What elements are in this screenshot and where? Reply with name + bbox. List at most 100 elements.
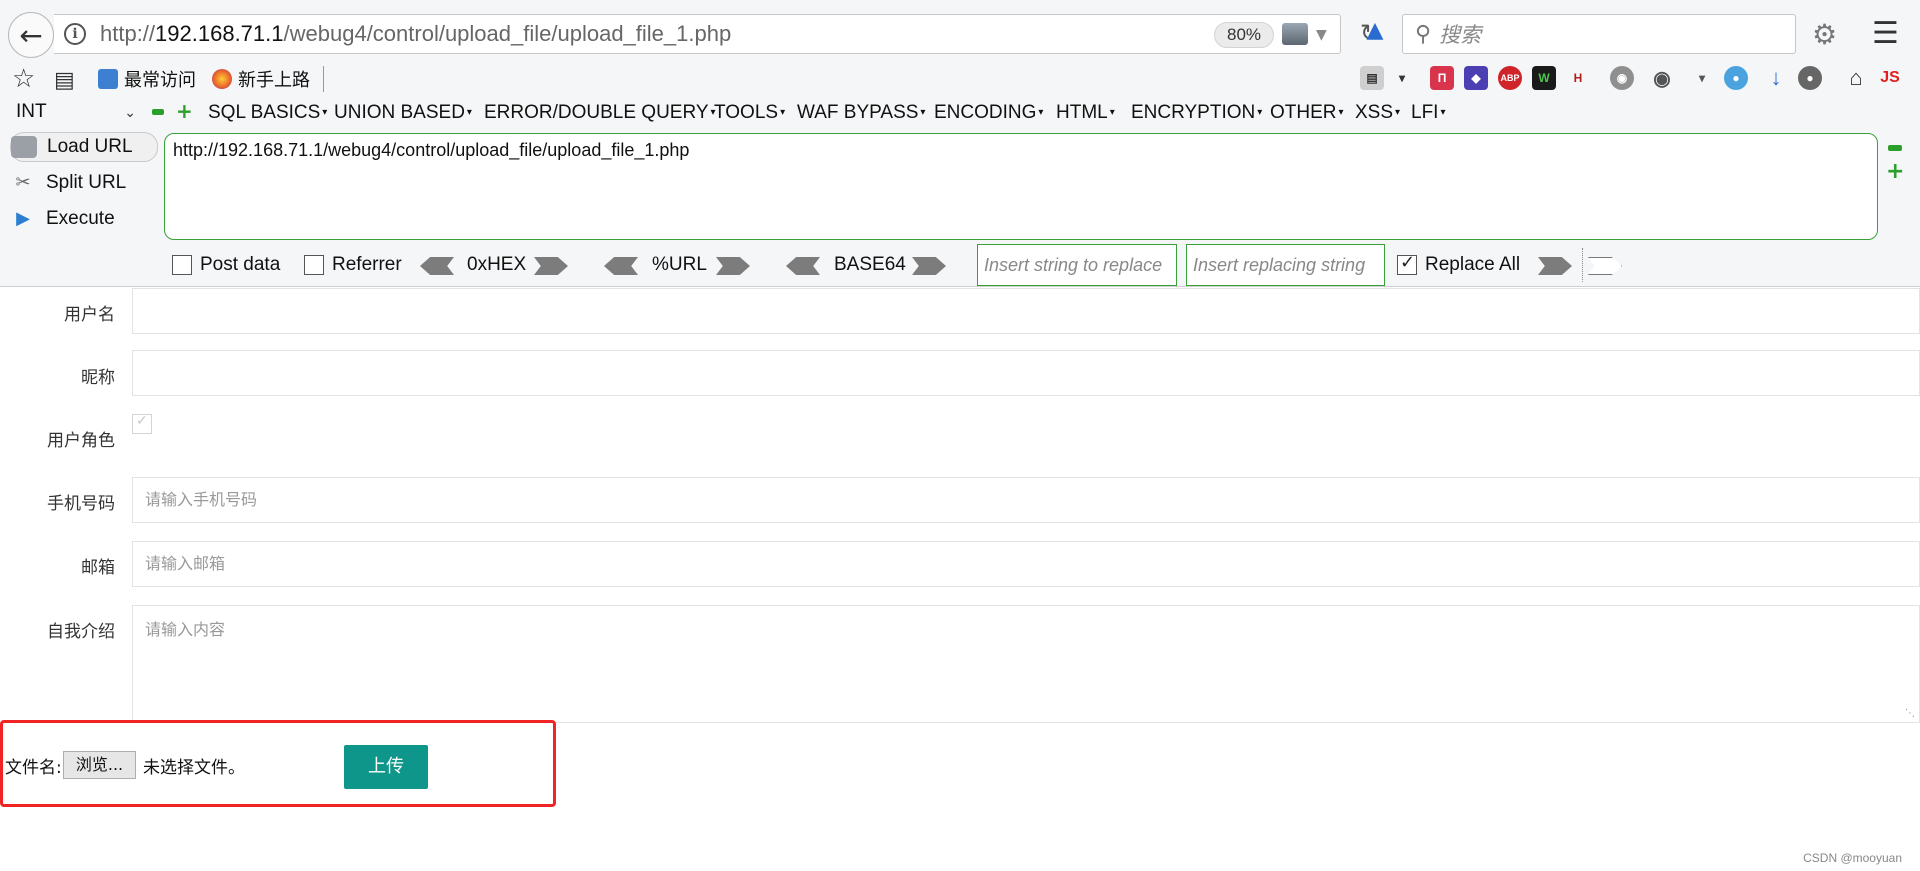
hex-decode-arrow-icon[interactable] bbox=[420, 257, 454, 275]
tools-separator bbox=[1582, 248, 1583, 282]
bookmark-getting-started[interactable]: 新手上路 bbox=[212, 66, 310, 92]
hex-label: 0xHEX bbox=[467, 254, 527, 275]
shrink-icon[interactable] bbox=[1888, 145, 1902, 151]
network-icon[interactable] bbox=[1282, 23, 1308, 45]
replace-next-arrow-icon[interactable] bbox=[1588, 257, 1622, 275]
referrer-label: Referrer bbox=[332, 254, 402, 275]
menu-lfi[interactable]: LFI ▾ bbox=[1411, 102, 1445, 124]
ext-cap-icon[interactable]: ▲ bbox=[1360, 18, 1390, 48]
nickname-input[interactable] bbox=[132, 350, 1920, 396]
dropdown-icon[interactable]: ▾ bbox=[1690, 66, 1714, 90]
zoom-level-badge[interactable]: 80% bbox=[1214, 22, 1274, 48]
hackbar-menu: INT ⌄ + SQL BASICS ▾ UNION BASED ▾ ERROR/DO… bbox=[0, 98, 1920, 128]
pocket-icon[interactable]: П bbox=[1430, 66, 1454, 90]
reader-list-icon[interactable]: ▤ bbox=[54, 68, 75, 93]
download-icon[interactable]: ↓ bbox=[1764, 65, 1788, 90]
replace-with-input[interactable]: Insert replacing string bbox=[1186, 244, 1385, 286]
menu-xss[interactable]: XSS ▾ bbox=[1355, 102, 1400, 124]
plus-icon[interactable]: + bbox=[176, 99, 193, 123]
bookmark-star-icon[interactable]: ☆ bbox=[12, 64, 35, 94]
menu-error-double-query[interactable]: ERROR/DOUBLE QUERY ▾ bbox=[484, 102, 716, 124]
post-data-checkbox[interactable] bbox=[172, 255, 192, 275]
address-bar-url: http://192.168.71.1/webug4/control/uploa… bbox=[100, 21, 732, 46]
hamburger-menu-icon[interactable]: ☰ bbox=[1872, 16, 1899, 51]
execute-button[interactable]: ▶ Execute bbox=[10, 204, 158, 234]
replace-all-checkbox[interactable] bbox=[1397, 252, 1417, 275]
palette-icon[interactable]: ◉ bbox=[1650, 66, 1674, 90]
menu-tools[interactable]: TOOLS ▾ bbox=[714, 102, 785, 124]
menu-waf-bypass[interactable]: WAF BYPASS ▾ bbox=[797, 102, 925, 124]
extensions-toolbar: ▤ ▾ П ◆ ABP W H ◉ ◉ ▾ ● ↓ ● ⌂ JS bbox=[1360, 64, 1920, 94]
back-arrow-icon: ← bbox=[19, 18, 43, 52]
base64-encode-arrow-icon[interactable] bbox=[912, 257, 946, 275]
address-bar[interactable]: i http://192.168.71.1/webug4/control/upl… bbox=[54, 14, 1380, 54]
phone-input[interactable]: 请输入手机号码 bbox=[132, 477, 1920, 523]
home-icon[interactable]: ⌂ bbox=[1844, 65, 1868, 90]
play-icon: ▶ bbox=[16, 208, 30, 228]
stack-icon[interactable]: ◆ bbox=[1464, 66, 1488, 90]
phone-label: 手机号码 bbox=[47, 494, 115, 514]
menu-other[interactable]: OTHER ▾ bbox=[1270, 102, 1344, 124]
menu-union-based[interactable]: UNION BASED ▾ bbox=[334, 102, 472, 124]
page-action-icon[interactable]: ▤ bbox=[1360, 66, 1384, 90]
menu-encoding[interactable]: ENCODING ▾ bbox=[934, 102, 1043, 124]
translate-icon[interactable]: ● bbox=[1724, 66, 1748, 90]
minus-icon[interactable] bbox=[152, 109, 164, 115]
load-url-button[interactable]: Load URL bbox=[10, 132, 158, 162]
info-icon[interactable]: i bbox=[64, 23, 86, 45]
shield-icon[interactable]: W bbox=[1532, 66, 1556, 90]
role-checkbox[interactable] bbox=[132, 413, 152, 434]
hackbar-url-textarea[interactable]: http://192.168.71.1/webug4/control/uploa… bbox=[164, 133, 1878, 240]
menu-sql-basics[interactable]: SQL BASICS ▾ bbox=[208, 102, 327, 124]
menu-html[interactable]: HTML ▾ bbox=[1056, 102, 1115, 124]
browser-chrome: ← i http://192.168.71.1/webug4/control/u… bbox=[0, 0, 1920, 287]
replace-all-label: Replace All bbox=[1425, 254, 1521, 275]
hex-encode-arrow-icon[interactable] bbox=[534, 257, 568, 275]
file-label: 文件名: bbox=[5, 758, 62, 778]
back-button[interactable]: ← bbox=[8, 12, 54, 58]
watermark: CSDN @mooyuan bbox=[1803, 851, 1902, 865]
username-input[interactable] bbox=[132, 288, 1920, 334]
intro-placeholder: 请输入内容 bbox=[145, 620, 226, 639]
network-dropdown-icon[interactable]: ▼ bbox=[1316, 27, 1327, 43]
hackbar-tools: Post data Referrer 0xHEX %URL BASE64 Ins… bbox=[0, 244, 1920, 286]
bookmark-most-visited[interactable]: 最常访问 bbox=[98, 66, 196, 92]
search-icon: ⚲ bbox=[1415, 21, 1432, 47]
expand-icon[interactable]: + bbox=[1886, 159, 1904, 184]
adblock-icon[interactable]: ABP bbox=[1498, 66, 1522, 90]
search-bar[interactable]: ⚲ 搜索 bbox=[1402, 14, 1796, 54]
bookmark-label: 最常访问 bbox=[124, 70, 196, 91]
base64-decode-arrow-icon[interactable] bbox=[786, 257, 820, 275]
url-encode-label: %URL bbox=[652, 254, 707, 275]
intro-label: 自我介绍 bbox=[47, 622, 115, 642]
dropdown-icon[interactable]: ▾ bbox=[1390, 66, 1414, 90]
nickname-label: 昵称 bbox=[81, 368, 115, 388]
globe-icon[interactable]: ◉ bbox=[1610, 66, 1634, 90]
intro-textarea[interactable]: 请输入内容 ⋱ bbox=[132, 605, 1920, 723]
menu-encryption[interactable]: ENCRYPTION ▾ bbox=[1131, 102, 1262, 124]
upload-button[interactable]: 上传 bbox=[344, 745, 428, 789]
hackbar-type-select[interactable]: INT ⌄ bbox=[8, 100, 142, 126]
avatar-icon[interactable]: ● bbox=[1798, 66, 1822, 90]
email-input[interactable]: 请输入邮箱 bbox=[132, 541, 1920, 587]
bookmark-label: 新手上路 bbox=[238, 70, 310, 91]
replace-run-arrow-icon[interactable] bbox=[1538, 257, 1572, 275]
bookmarks-toolbar: ☆ ▤ 最常访问 新手上路 ▤ ▾ П ◆ ABP W H ◉ ◉ ▾ ● ↓ … bbox=[0, 64, 1920, 94]
firefox-icon bbox=[212, 69, 232, 89]
bookmark-separator bbox=[323, 66, 324, 92]
gear-icon[interactable]: ⚙ bbox=[1812, 18, 1837, 51]
resize-grip-icon[interactable]: ⋱ bbox=[1905, 708, 1915, 719]
browse-file-button[interactable]: 浏览... bbox=[63, 751, 136, 779]
base64-label: BASE64 bbox=[834, 254, 906, 275]
email-label: 邮箱 bbox=[81, 558, 115, 578]
js-toggle-icon[interactable]: JS bbox=[1878, 66, 1902, 90]
username-label: 用户名 bbox=[64, 305, 115, 325]
url-encode-arrow-icon[interactable] bbox=[716, 257, 750, 275]
url-decode-arrow-icon[interactable] bbox=[604, 257, 638, 275]
search-placeholder: 搜索 bbox=[1439, 23, 1482, 47]
split-url-button[interactable]: ✂ Split URL bbox=[10, 168, 158, 198]
scissors-icon: ✂ bbox=[15, 172, 31, 192]
replace-find-input[interactable]: Insert string to replace bbox=[977, 244, 1177, 286]
hackbar-icon[interactable]: H bbox=[1566, 66, 1590, 90]
referrer-checkbox[interactable] bbox=[304, 255, 324, 275]
